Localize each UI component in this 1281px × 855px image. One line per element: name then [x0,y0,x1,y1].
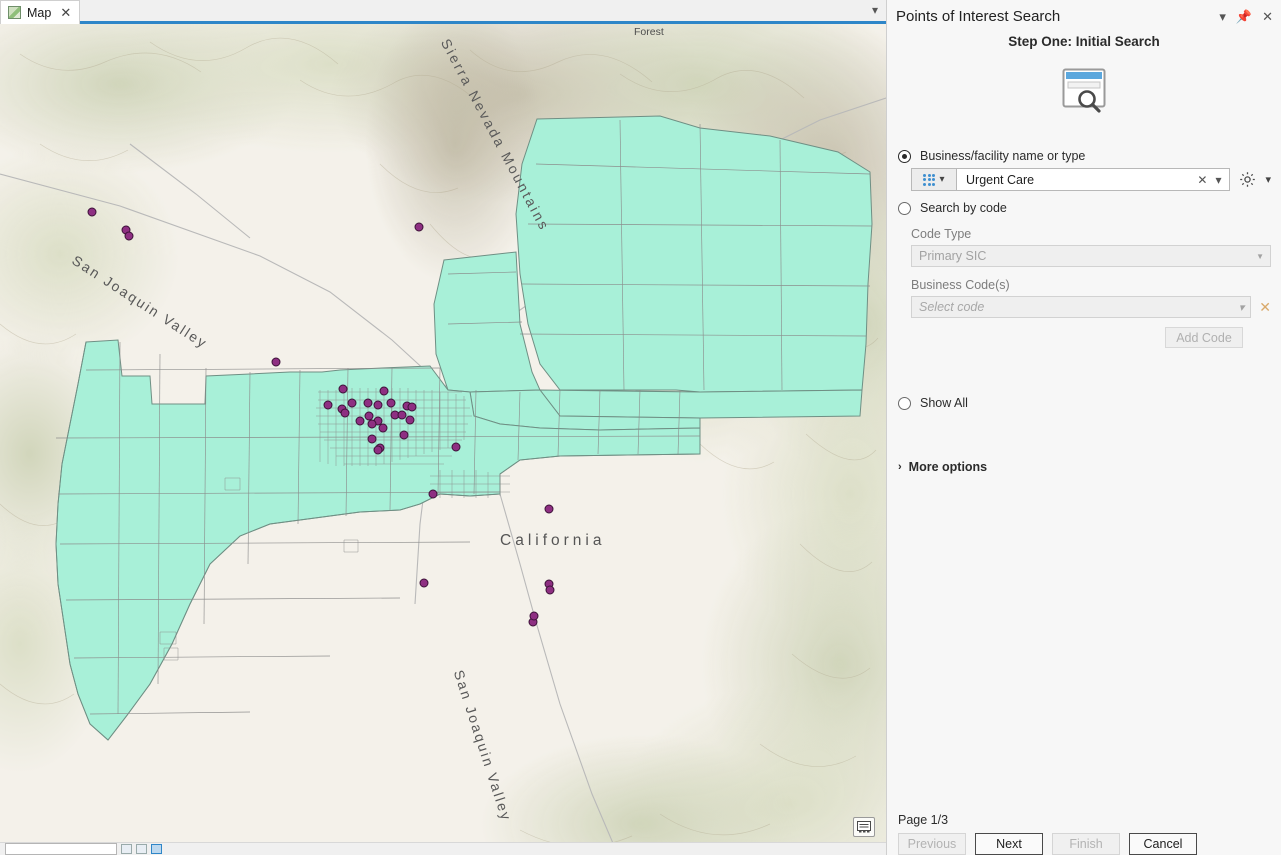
more-options-label: More options [909,460,987,474]
close-icon[interactable]: ✕ [1193,173,1211,187]
add-code-button[interactable]: Add Code [1165,327,1243,348]
radio-indicator [898,202,911,215]
chevron-down-icon: ▼ [1256,252,1264,261]
search-input-wrapper[interactable]: ✕ ▾ [957,168,1230,191]
map-view-container: Map ✕ ▾ [0,0,886,855]
legend-icon[interactable] [853,817,875,837]
radio-business-name-label: Business/facility name or type [920,149,1085,163]
map-canvas[interactable]: Forest Sierra Nevada Mountains San Joaqu… [0,24,886,855]
map-thumbnail-icon [8,6,21,19]
radio-search-by-code-label: Search by code [920,201,1007,215]
radio-indicator [898,397,911,410]
toolbar-icon-2[interactable] [136,844,147,854]
gear-icon[interactable] [1239,171,1256,188]
chevron-down-icon[interactable]: ▾ [1211,173,1225,187]
business-codes-placeholder: Select code [919,300,1239,314]
code-type-label: Code Type [911,227,1271,241]
search-input[interactable] [964,172,1193,188]
business-codes-row: Select code ▾ ✕ [911,296,1271,318]
radio-show-all[interactable]: Show All [898,396,1271,410]
pin-icon[interactable]: 📌 [1236,10,1252,23]
panel-footer: Page 1/3 Previous Next Finish Cancel [887,813,1281,855]
close-icon[interactable]: ✕ [1259,299,1271,316]
points-of-interest-panel: Points of Interest Search ▾ 📌 ✕ Step One… [886,0,1281,855]
code-type-select[interactable]: Primary SIC ▼ [911,245,1271,267]
map-graphics [0,24,886,855]
radio-business-name[interactable]: Business/facility name or type [898,149,1271,163]
next-button[interactable]: Next [975,833,1043,855]
search-form: Business/facility name or type ▾ ✕ ▾ [887,149,1281,474]
application-window: Map ✕ ▾ [0,0,1281,855]
finish-button[interactable]: Finish [1052,833,1120,855]
step-title: Step One: Initial Search [887,34,1281,49]
chevron-down-icon[interactable]: ▾ [1219,10,1226,23]
toolbar-icon-1[interactable] [121,844,132,854]
close-icon[interactable]: ✕ [57,6,71,19]
page-indicator: Page 1/3 [898,813,1272,827]
wizard-buttons: Previous Next Finish Cancel [898,833,1272,855]
radio-indicator [898,150,911,163]
chevron-down-icon: ▾ [1239,301,1245,314]
chevron-right-icon: › [898,461,902,473]
panel-header: Points of Interest Search ▾ 📌 ✕ [887,0,1281,32]
tab-map[interactable]: Map ✕ [0,0,80,24]
radio-show-all-label: Show All [920,396,968,410]
search-input-row: ▾ ✕ ▾ ▾ [911,168,1271,191]
cancel-button[interactable]: Cancel [1129,833,1197,855]
tab-map-label: Map [27,6,51,20]
chevron-down-icon[interactable]: ▾ [1265,173,1271,186]
scale-input[interactable] [5,843,117,855]
map-tab-strip: Map ✕ ▾ [0,0,886,24]
close-icon[interactable]: ✕ [1262,10,1273,23]
toolbar-icon-3[interactable] [151,844,162,854]
business-codes-label: Business Code(s) [911,278,1271,292]
more-options-toggle[interactable]: › More options [898,460,1271,474]
chevron-down-icon[interactable]: ▾ [872,3,878,17]
radio-search-by-code[interactable]: Search by code [898,201,1271,215]
business-codes-select[interactable]: Select code ▾ [911,296,1251,318]
page-title: Points of Interest Search [896,8,1209,25]
search-window-icon [887,67,1281,115]
map-status-bar [0,842,886,855]
grid-dots-icon[interactable]: ▾ [911,168,957,191]
code-type-value: Primary SIC [919,249,1256,263]
chevron-down-icon: ▾ [939,174,944,185]
previous-button[interactable]: Previous [898,833,966,855]
